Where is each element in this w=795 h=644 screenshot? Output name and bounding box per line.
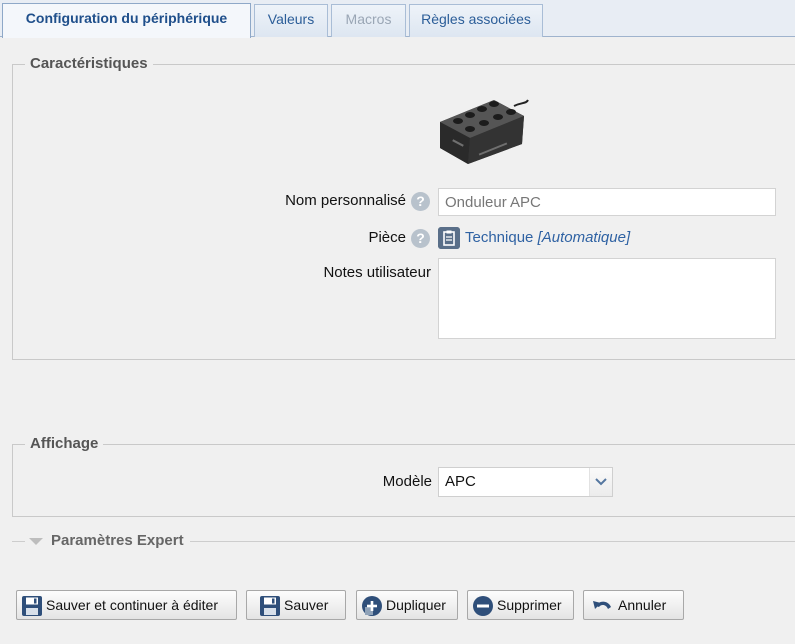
plus-circle-icon bbox=[362, 596, 382, 616]
room-automatic: [Automatique] bbox=[537, 229, 631, 246]
chevron-down-icon[interactable] bbox=[589, 468, 612, 496]
model-label: Modèle bbox=[382, 473, 432, 490]
tab-device-configuration[interactable]: Configuration du périphérique bbox=[2, 3, 251, 38]
model-selected-value: APC bbox=[445, 473, 476, 490]
tab-values[interactable]: Valeurs bbox=[254, 4, 328, 37]
help-icon[interactable]: ? bbox=[411, 229, 430, 248]
save-button[interactable]: Sauver bbox=[246, 590, 346, 620]
display-legend: Affichage bbox=[25, 435, 104, 453]
ups-device-image bbox=[440, 99, 529, 164]
minus-circle-icon bbox=[473, 596, 493, 616]
custom-name-label: Nom personnalisé bbox=[285, 192, 406, 209]
cancel-label: Annuler bbox=[618, 597, 667, 613]
help-icon[interactable]: ? bbox=[411, 192, 430, 211]
triangle-down-icon bbox=[29, 537, 43, 545]
characteristics-legend: Caractéristiques bbox=[25, 55, 153, 73]
room-value[interactable]: Technique bbox=[465, 229, 533, 246]
floppy-disk-icon bbox=[22, 596, 42, 616]
expert-settings-label: Paramètres Expert bbox=[51, 532, 184, 549]
floppy-disk-icon bbox=[260, 596, 280, 616]
save-label: Sauver bbox=[284, 597, 329, 613]
clipboard-icon[interactable] bbox=[438, 227, 460, 249]
expert-settings-toggle[interactable]: Paramètres Expert bbox=[25, 532, 190, 550]
delete-label: Supprimer bbox=[497, 597, 562, 613]
user-notes-label: Notes utilisateur bbox=[323, 264, 431, 281]
cancel-button[interactable]: Annuler bbox=[583, 590, 684, 620]
duplicate-label: Dupliquer bbox=[386, 597, 446, 613]
room-link[interactable]: Technique [Automatique] bbox=[465, 229, 630, 246]
tab-macros[interactable]: Macros bbox=[331, 4, 406, 37]
model-select[interactable]: APC bbox=[438, 467, 613, 497]
save-continue-label: Sauver et continuer à éditer bbox=[46, 597, 218, 613]
undo-arrow-icon bbox=[593, 601, 611, 609]
save-continue-button[interactable]: Sauver et continuer à éditer bbox=[16, 590, 237, 620]
tab-bar: Configuration du périphérique Valeurs Ma… bbox=[0, 0, 795, 38]
user-notes-textarea[interactable] bbox=[438, 258, 776, 339]
tab-associated-rules[interactable]: Règles associées bbox=[409, 4, 543, 37]
custom-name-input[interactable] bbox=[438, 188, 776, 216]
room-label: Pièce bbox=[368, 229, 406, 246]
duplicate-button[interactable]: Dupliquer bbox=[356, 590, 458, 620]
delete-button[interactable]: Supprimer bbox=[467, 590, 574, 620]
